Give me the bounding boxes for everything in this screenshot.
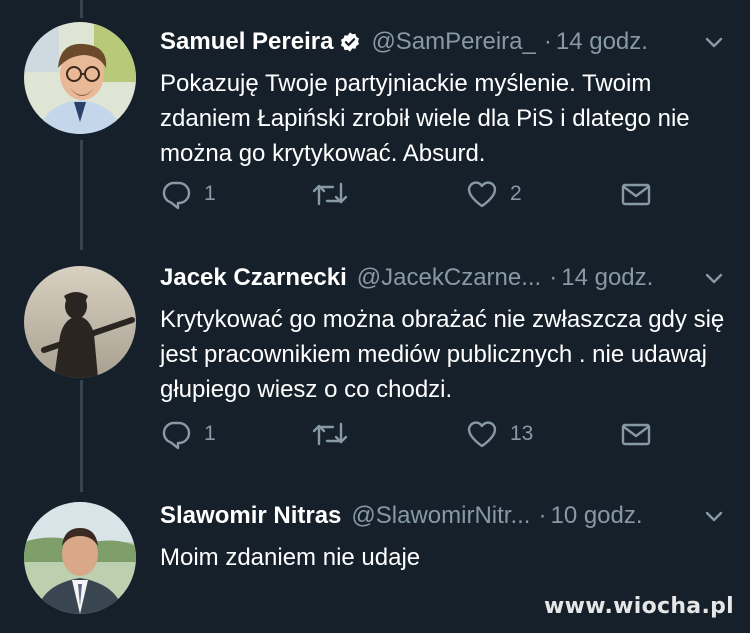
separator-dot: · xyxy=(543,28,552,55)
author-handle[interactable]: @SamPereira_ xyxy=(371,28,535,56)
tweet-text: Pokazuję Twoje partyjniackie myślenie. T… xyxy=(160,70,690,167)
chevron-down-icon[interactable] xyxy=(702,30,726,54)
chevron-down-icon[interactable] xyxy=(702,504,726,528)
watermark: www.wiocha.pl xyxy=(544,594,734,619)
tweet-text: Krytykować go można obrażać nie zwłaszcz… xyxy=(160,306,725,403)
action-bar: 1 13 xyxy=(160,414,720,454)
dm-icon xyxy=(621,183,651,206)
like-icon xyxy=(467,181,497,208)
author-name[interactable]: Slawomir Nitras xyxy=(160,502,341,530)
author-name[interactable]: Jacek Czarnecki xyxy=(160,264,347,292)
reply-button[interactable]: 1 xyxy=(160,414,216,454)
action-bar: 1 2 xyxy=(160,174,720,214)
like-button[interactable]: 2 xyxy=(466,174,522,214)
avatar[interactable] xyxy=(24,266,136,378)
timestamp[interactable]: 14 godz. xyxy=(561,264,653,292)
author-handle[interactable]: @JacekCzarne... xyxy=(357,264,541,292)
reply-button[interactable]: 1 xyxy=(160,174,216,214)
retweet-button[interactable] xyxy=(310,414,350,454)
like-count: 2 xyxy=(510,182,522,205)
author-name[interactable]: Samuel Pereira xyxy=(160,28,333,56)
reply-count: 1 xyxy=(204,182,216,205)
tweet-header: Samuel Pereira @SamPereira_ · 14 godz. xyxy=(160,22,648,62)
like-count: 13 xyxy=(510,422,534,445)
reply-icon xyxy=(162,181,191,210)
separator-dot: · xyxy=(538,502,547,529)
timestamp[interactable]: 14 godz. xyxy=(556,28,648,56)
avatar[interactable] xyxy=(24,502,136,614)
retweet-icon xyxy=(312,182,348,206)
retweet-button[interactable] xyxy=(310,174,350,214)
author-handle[interactable]: @SlawomirNitr... xyxy=(351,502,530,530)
dm-button[interactable] xyxy=(620,174,652,214)
retweet-icon xyxy=(312,422,348,446)
chevron-down-icon[interactable] xyxy=(702,266,726,290)
timestamp[interactable]: 10 godz. xyxy=(550,502,642,530)
tweet-header: Slawomir Nitras @SlawomirNitr... · 10 go… xyxy=(160,496,643,536)
dm-button[interactable] xyxy=(620,414,652,454)
reply-count: 1 xyxy=(204,422,216,445)
separator-dot: · xyxy=(549,264,558,291)
like-button[interactable]: 13 xyxy=(466,414,533,454)
verified-badge-icon xyxy=(339,31,361,53)
reply-icon xyxy=(162,421,191,450)
tweet[interactable]: Samuel Pereira @SamPereira_ · 14 godz. P… xyxy=(0,22,750,222)
like-icon xyxy=(467,421,497,448)
dm-icon xyxy=(621,423,651,446)
thread-line xyxy=(80,0,83,18)
avatar[interactable] xyxy=(24,22,136,134)
tweet[interactable]: Jacek Czarnecki @JacekCzarne... · 14 god… xyxy=(0,258,750,458)
tweet-header: Jacek Czarnecki @JacekCzarne... · 14 god… xyxy=(160,258,653,298)
tweet-text: Moim zdaniem nie udaje xyxy=(160,544,421,571)
